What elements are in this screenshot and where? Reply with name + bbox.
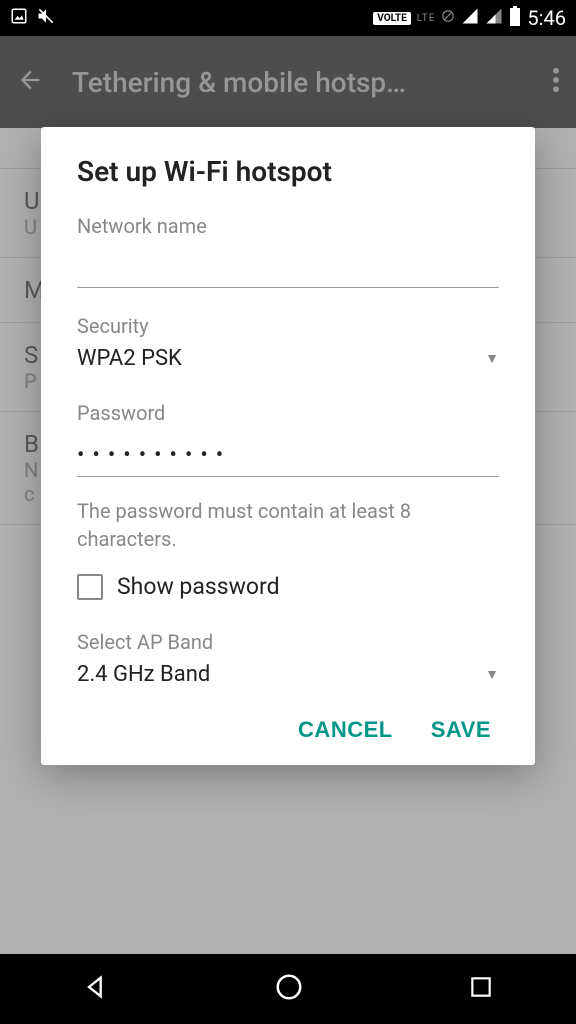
show-password-checkbox[interactable] — [77, 574, 103, 600]
security-value: WPA2 PSK — [77, 346, 182, 371]
signal-icon-2 — [485, 7, 503, 29]
password-label: Password — [77, 401, 499, 425]
network-name-input[interactable] — [77, 246, 499, 288]
nav-back-icon[interactable] — [82, 973, 110, 1005]
security-select[interactable]: WPA2 PSK ▼ — [77, 346, 499, 375]
network-name-label: Network name — [77, 214, 499, 238]
status-bar: VOLTE LTE 5:46 — [0, 0, 576, 36]
battery-icon — [509, 6, 521, 30]
lte-text: LTE — [417, 13, 436, 24]
volte-badge: VOLTE — [373, 12, 411, 25]
ap-band-field: Select AP Band 2.4 GHz Band ▼ — [77, 630, 499, 691]
chevron-down-icon: ▼ — [485, 666, 499, 683]
ap-band-label: Select AP Band — [77, 630, 499, 654]
password-field: Password •••••••••• — [77, 401, 499, 477]
status-right: VOLTE LTE 5:46 — [373, 6, 566, 30]
password-hint: The password must contain at least 8 cha… — [77, 497, 499, 553]
chevron-down-icon: ▼ — [485, 350, 499, 367]
dialog-actions: CANCEL SAVE — [77, 703, 499, 743]
ap-band-select[interactable]: 2.4 GHz Band ▼ — [77, 662, 499, 691]
network-name-field: Network name — [77, 214, 499, 288]
show-password-label: Show password — [117, 573, 280, 600]
nav-recent-icon[interactable] — [468, 974, 494, 1004]
show-password-row[interactable]: Show password — [77, 573, 499, 600]
nav-home-icon[interactable] — [274, 972, 304, 1006]
image-icon — [10, 7, 28, 29]
security-field: Security WPA2 PSK ▼ — [77, 314, 499, 375]
security-label: Security — [77, 314, 499, 338]
volume-off-icon — [36, 6, 56, 30]
ap-band-value: 2.4 GHz Band — [77, 662, 210, 687]
password-input[interactable]: •••••••••• — [77, 433, 499, 477]
clock: 5:46 — [527, 6, 566, 30]
save-button[interactable]: SAVE — [431, 717, 491, 743]
cancel-button[interactable]: CANCEL — [298, 717, 393, 743]
signal-icon-1 — [461, 7, 479, 29]
wifi-hotspot-dialog: Set up Wi-Fi hotspot Network name Securi… — [41, 127, 535, 765]
status-left — [10, 6, 56, 30]
navigation-bar — [0, 954, 576, 1024]
no-data-icon — [441, 9, 455, 27]
dialog-title: Set up Wi-Fi hotspot — [77, 155, 499, 188]
